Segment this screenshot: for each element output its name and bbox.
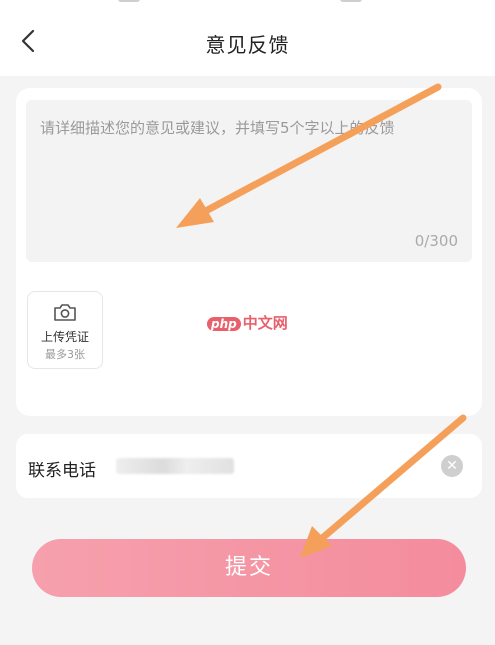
watermark-text: 中文网 xyxy=(242,314,288,332)
watermark-logo: php 中文网 xyxy=(207,312,288,333)
clear-icon[interactable]: ✕ xyxy=(441,455,463,477)
page-title: 意见反馈 xyxy=(205,33,290,57)
phone-value-blurred xyxy=(116,458,234,474)
feedback-textarea[interactable]: 请详细描述您的意见或建议，并填写5个字以上的反馈 0/300 xyxy=(26,100,472,262)
upload-limit: 最多3张 xyxy=(45,348,85,361)
status-fragment xyxy=(340,0,362,2)
watermark-badge: php xyxy=(207,317,241,331)
phone-label: 联系电话 xyxy=(28,461,96,481)
status-fragment xyxy=(118,0,140,2)
phone-field[interactable]: 联系电话 ✕ xyxy=(16,434,482,498)
upload-label: 上传凭证 xyxy=(40,330,89,344)
camera-icon xyxy=(54,304,76,321)
upload-proof-button[interactable]: 上传凭证 最多3张 xyxy=(27,291,103,369)
nav-header: 意见反馈 xyxy=(0,6,495,76)
feedback-placeholder: 请详细描述您的意见或建议，并填写5个字以上的反馈 xyxy=(40,119,395,137)
char-counter: 0/300 xyxy=(414,232,458,250)
submit-button[interactable]: 提交 xyxy=(32,539,466,597)
